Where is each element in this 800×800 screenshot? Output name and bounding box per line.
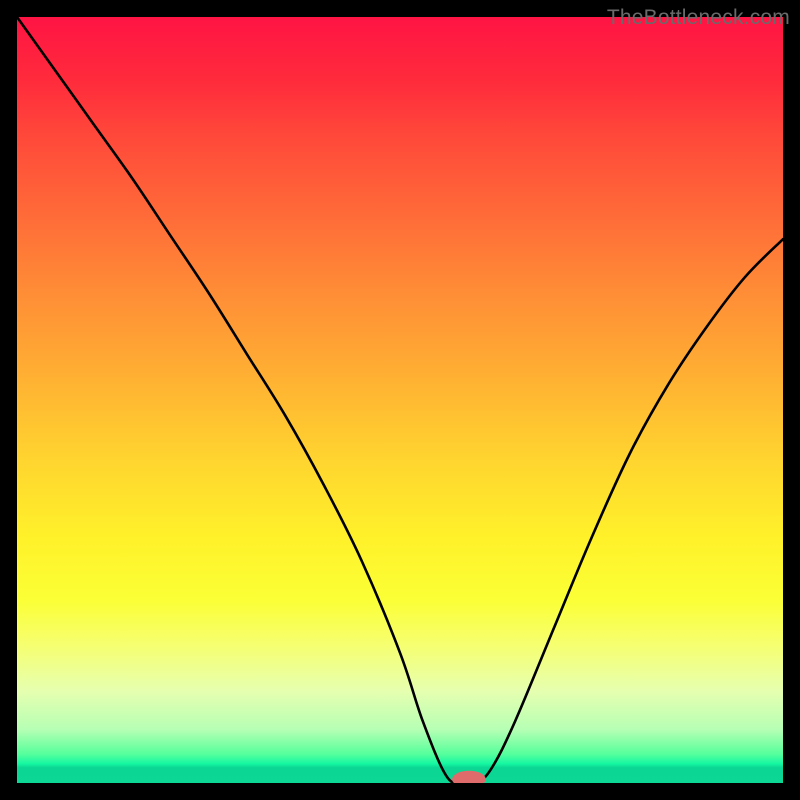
chart-frame: TheBottleneck.com — [0, 0, 800, 800]
bottleneck-curve — [17, 17, 783, 783]
curve-svg — [17, 17, 783, 783]
plot-area — [17, 17, 783, 783]
optimal-point-marker — [452, 771, 486, 783]
watermark-text: TheBottleneck.com — [607, 6, 790, 30]
